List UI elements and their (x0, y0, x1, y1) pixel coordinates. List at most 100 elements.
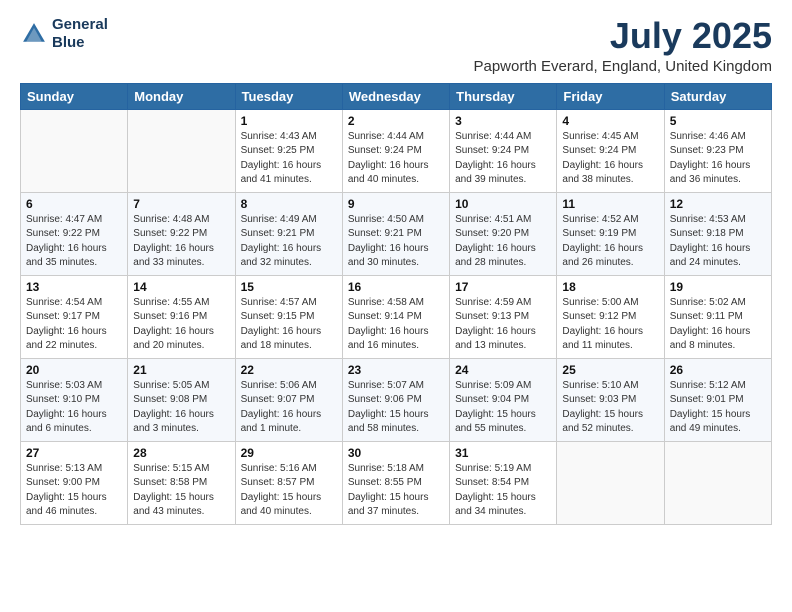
page: General Blue July 2025 Papworth Everard,… (0, 0, 792, 612)
calendar-week-row: 20 Sunrise: 5:03 AM Sunset: 9:10 PM Dayli… (21, 358, 772, 441)
calendar-cell: 22 Sunrise: 5:06 AM Sunset: 9:07 PM Dayli… (235, 358, 342, 441)
calendar-cell: 12 Sunrise: 4:53 AM Sunset: 9:18 PM Dayli… (664, 192, 771, 275)
title-block: July 2025 Papworth Everard, England, Uni… (473, 16, 772, 75)
day-number: 30 (348, 446, 444, 460)
calendar-cell: 13 Sunrise: 4:54 AM Sunset: 9:17 PM Dayli… (21, 275, 128, 358)
calendar-week-row: 1 Sunrise: 4:43 AM Sunset: 9:25 PM Daylig… (21, 109, 772, 192)
day-info: Sunrise: 5:16 AM Sunset: 8:57 PM Dayligh… (241, 462, 337, 520)
day-number: 28 (133, 446, 229, 460)
calendar-cell: 11 Sunrise: 4:52 AM Sunset: 9:19 PM Dayli… (557, 192, 664, 275)
calendar-cell: 9Sunrise: 4:50 AM Sunset: 9:21 PM Daylig… (342, 192, 449, 275)
day-number: 10 (455, 197, 551, 211)
day-info: Sunrise: 4:59 AM Sunset: 9:13 PM Dayligh… (455, 296, 551, 354)
subtitle: Papworth Everard, England, United Kingdo… (473, 58, 772, 75)
day-number: 31 (455, 446, 551, 460)
day-info: Sunrise: 4:45 AM Sunset: 9:24 PM Dayligh… (562, 130, 658, 188)
day-number: 4 (562, 114, 658, 128)
day-number: 3 (455, 114, 551, 128)
logo-line1: General (52, 16, 108, 34)
day-number: 22 (241, 363, 337, 377)
day-info: Sunrise: 4:46 AM Sunset: 9:23 PM Dayligh… (670, 130, 766, 188)
day-info: Sunrise: 4:53 AM Sunset: 9:18 PM Dayligh… (670, 213, 766, 271)
calendar-cell: 20 Sunrise: 5:03 AM Sunset: 9:10 PM Dayli… (21, 358, 128, 441)
day-info: Sunrise: 4:57 AM Sunset: 9:15 PM Dayligh… (241, 296, 337, 354)
logo: General Blue (20, 16, 108, 52)
calendar-cell: 7 Sunrise: 4:48 AM Sunset: 9:22 PM Daylig… (128, 192, 235, 275)
calendar-cell: 6Sunrise: 4:47 AM Sunset: 9:22 PM Daylig… (21, 192, 128, 275)
calendar-cell: 14 Sunrise: 4:55 AM Sunset: 9:16 PM Dayli… (128, 275, 235, 358)
day-number: 15 (241, 280, 337, 294)
calendar-cell: 8Sunrise: 4:49 AM Sunset: 9:21 PM Daylig… (235, 192, 342, 275)
day-info: Sunrise: 5:15 AM Sunset: 8:58 PM Dayligh… (133, 462, 229, 520)
day-number: 16 (348, 280, 444, 294)
logo-icon (20, 20, 48, 48)
calendar-cell: 5Sunrise: 4:46 AM Sunset: 9:23 PM Daylig… (664, 109, 771, 192)
calendar-cell: 24Sunrise: 5:09 AM Sunset: 9:04 PM Dayli… (450, 358, 557, 441)
day-number: 25 (562, 363, 658, 377)
day-number: 29 (241, 446, 337, 460)
calendar-cell: 27Sunrise: 5:13 AM Sunset: 9:00 PM Dayli… (21, 441, 128, 524)
day-info: Sunrise: 5:03 AM Sunset: 9:10 PM Dayligh… (26, 379, 122, 437)
calendar-cell: 3 Sunrise: 4:44 AM Sunset: 9:24 PM Daylig… (450, 109, 557, 192)
calendar-cell: 16 Sunrise: 4:58 AM Sunset: 9:14 PM Dayli… (342, 275, 449, 358)
day-info: Sunrise: 4:44 AM Sunset: 9:24 PM Dayligh… (455, 130, 551, 188)
day-number: 2 (348, 114, 444, 128)
day-info: Sunrise: 5:00 AM Sunset: 9:12 PM Dayligh… (562, 296, 658, 354)
day-number: 20 (26, 363, 122, 377)
calendar-cell: 18 Sunrise: 5:00 AM Sunset: 9:12 PM Dayli… (557, 275, 664, 358)
day-info: Sunrise: 5:05 AM Sunset: 9:08 PM Dayligh… (133, 379, 229, 437)
calendar-day-header: Wednesday (342, 83, 449, 109)
calendar-cell: 10 Sunrise: 4:51 AM Sunset: 9:20 PM Dayli… (450, 192, 557, 275)
day-number: 14 (133, 280, 229, 294)
calendar-week-row: 27Sunrise: 5:13 AM Sunset: 9:00 PM Dayli… (21, 441, 772, 524)
calendar-cell: 26 Sunrise: 5:12 AM Sunset: 9:01 PM Dayli… (664, 358, 771, 441)
calendar-cell (128, 109, 235, 192)
calendar-cell: 19 Sunrise: 5:02 AM Sunset: 9:11 PM Dayli… (664, 275, 771, 358)
calendar-cell: 4 Sunrise: 4:45 AM Sunset: 9:24 PM Daylig… (557, 109, 664, 192)
day-info: Sunrise: 4:51 AM Sunset: 9:20 PM Dayligh… (455, 213, 551, 271)
day-info: Sunrise: 4:48 AM Sunset: 9:22 PM Dayligh… (133, 213, 229, 271)
calendar-cell (664, 441, 771, 524)
day-info: Sunrise: 4:49 AM Sunset: 9:21 PM Dayligh… (241, 213, 337, 271)
calendar-cell: 31 Sunrise: 5:19 AM Sunset: 8:54 PM Dayli… (450, 441, 557, 524)
calendar-cell: 2Sunrise: 4:44 AM Sunset: 9:24 PM Daylig… (342, 109, 449, 192)
calendar-day-header: Saturday (664, 83, 771, 109)
calendar-cell: 25 Sunrise: 5:10 AM Sunset: 9:03 PM Dayli… (557, 358, 664, 441)
day-number: 7 (133, 197, 229, 211)
day-info: Sunrise: 5:12 AM Sunset: 9:01 PM Dayligh… (670, 379, 766, 437)
day-number: 21 (133, 363, 229, 377)
day-info: Sunrise: 4:55 AM Sunset: 9:16 PM Dayligh… (133, 296, 229, 354)
calendar-cell: 23Sunrise: 5:07 AM Sunset: 9:06 PM Dayli… (342, 358, 449, 441)
day-info: Sunrise: 5:19 AM Sunset: 8:54 PM Dayligh… (455, 462, 551, 520)
header: General Blue July 2025 Papworth Everard,… (20, 16, 772, 75)
calendar-cell: 17Sunrise: 4:59 AM Sunset: 9:13 PM Dayli… (450, 275, 557, 358)
calendar-table: SundayMondayTuesdayWednesdayThursdayFrid… (20, 83, 772, 525)
day-info: Sunrise: 4:43 AM Sunset: 9:25 PM Dayligh… (241, 130, 337, 188)
day-number: 11 (562, 197, 658, 211)
calendar-cell: 15 Sunrise: 4:57 AM Sunset: 9:15 PM Dayli… (235, 275, 342, 358)
day-number: 26 (670, 363, 766, 377)
day-info: Sunrise: 5:13 AM Sunset: 9:00 PM Dayligh… (26, 462, 122, 520)
calendar-day-header: Friday (557, 83, 664, 109)
calendar-week-row: 13 Sunrise: 4:54 AM Sunset: 9:17 PM Dayli… (21, 275, 772, 358)
day-info: Sunrise: 5:06 AM Sunset: 9:07 PM Dayligh… (241, 379, 337, 437)
day-number: 1 (241, 114, 337, 128)
calendar-cell: 30Sunrise: 5:18 AM Sunset: 8:55 PM Dayli… (342, 441, 449, 524)
day-info: Sunrise: 5:09 AM Sunset: 9:04 PM Dayligh… (455, 379, 551, 437)
calendar-cell: 29 Sunrise: 5:16 AM Sunset: 8:57 PM Dayli… (235, 441, 342, 524)
day-info: Sunrise: 4:58 AM Sunset: 9:14 PM Dayligh… (348, 296, 444, 354)
day-info: Sunrise: 4:54 AM Sunset: 9:17 PM Dayligh… (26, 296, 122, 354)
day-info: Sunrise: 5:07 AM Sunset: 9:06 PM Dayligh… (348, 379, 444, 437)
calendar-cell: 28 Sunrise: 5:15 AM Sunset: 8:58 PM Dayli… (128, 441, 235, 524)
day-number: 18 (562, 280, 658, 294)
day-info: Sunrise: 5:10 AM Sunset: 9:03 PM Dayligh… (562, 379, 658, 437)
day-number: 19 (670, 280, 766, 294)
calendar-day-header: Sunday (21, 83, 128, 109)
calendar-day-header: Monday (128, 83, 235, 109)
day-number: 9 (348, 197, 444, 211)
day-info: Sunrise: 5:02 AM Sunset: 9:11 PM Dayligh… (670, 296, 766, 354)
day-number: 13 (26, 280, 122, 294)
day-info: Sunrise: 4:52 AM Sunset: 9:19 PM Dayligh… (562, 213, 658, 271)
day-number: 12 (670, 197, 766, 211)
main-title: July 2025 (473, 16, 772, 56)
